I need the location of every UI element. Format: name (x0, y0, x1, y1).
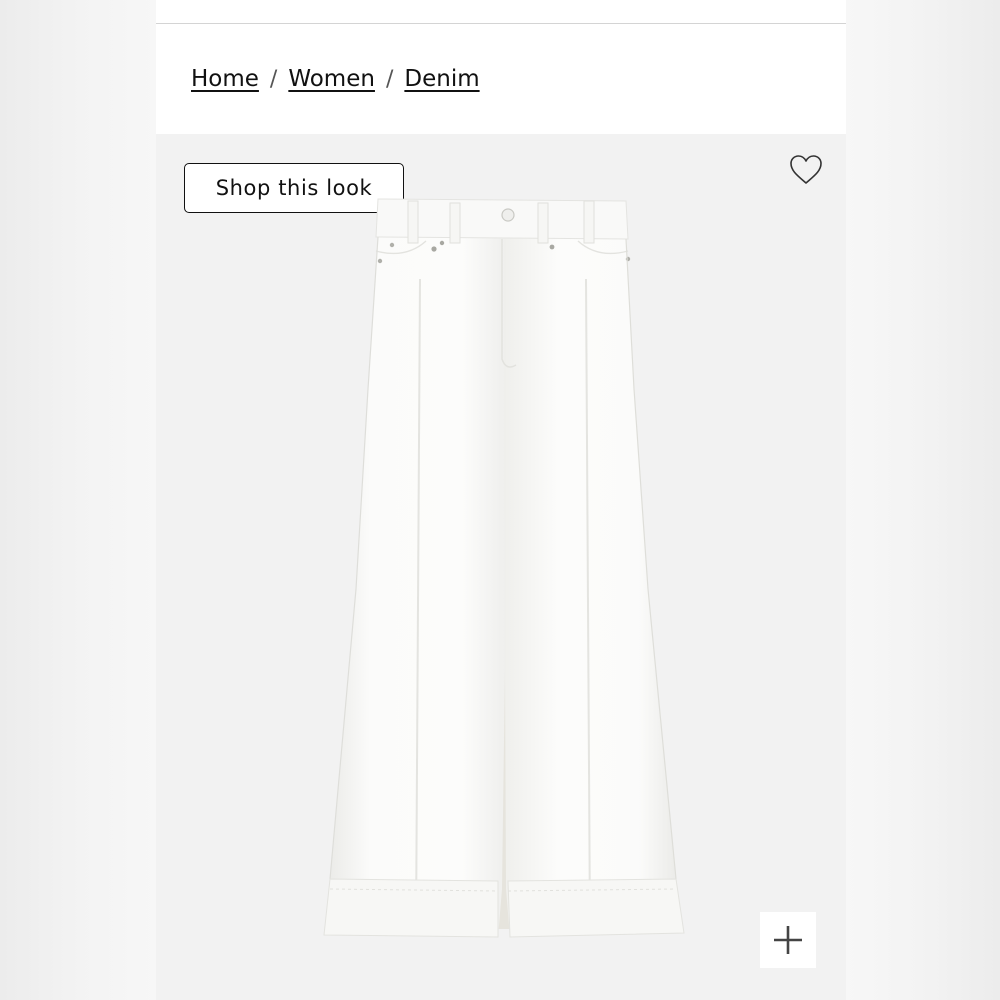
breadcrumb-women-link[interactable]: Women (288, 66, 375, 92)
heart-outline-icon[interactable] (788, 152, 824, 188)
breadcrumb: Home / Women / Denim (191, 66, 480, 92)
zoom-button[interactable] (760, 912, 816, 968)
breadcrumb-home-link[interactable]: Home (191, 66, 259, 92)
top-header-strip (156, 0, 846, 24)
breadcrumb-bar: Home / Women / Denim (156, 24, 846, 134)
plus-icon (774, 926, 802, 954)
mobile-viewport: Home / Women / Denim Shop this look (156, 0, 846, 1000)
product-image-white-jeans (316, 189, 696, 949)
breadcrumb-denim-link[interactable]: Denim (404, 66, 479, 92)
product-image-gallery[interactable]: Shop this look (156, 134, 846, 1000)
breadcrumb-separator: / (385, 66, 394, 92)
breadcrumb-separator: / (269, 66, 278, 92)
